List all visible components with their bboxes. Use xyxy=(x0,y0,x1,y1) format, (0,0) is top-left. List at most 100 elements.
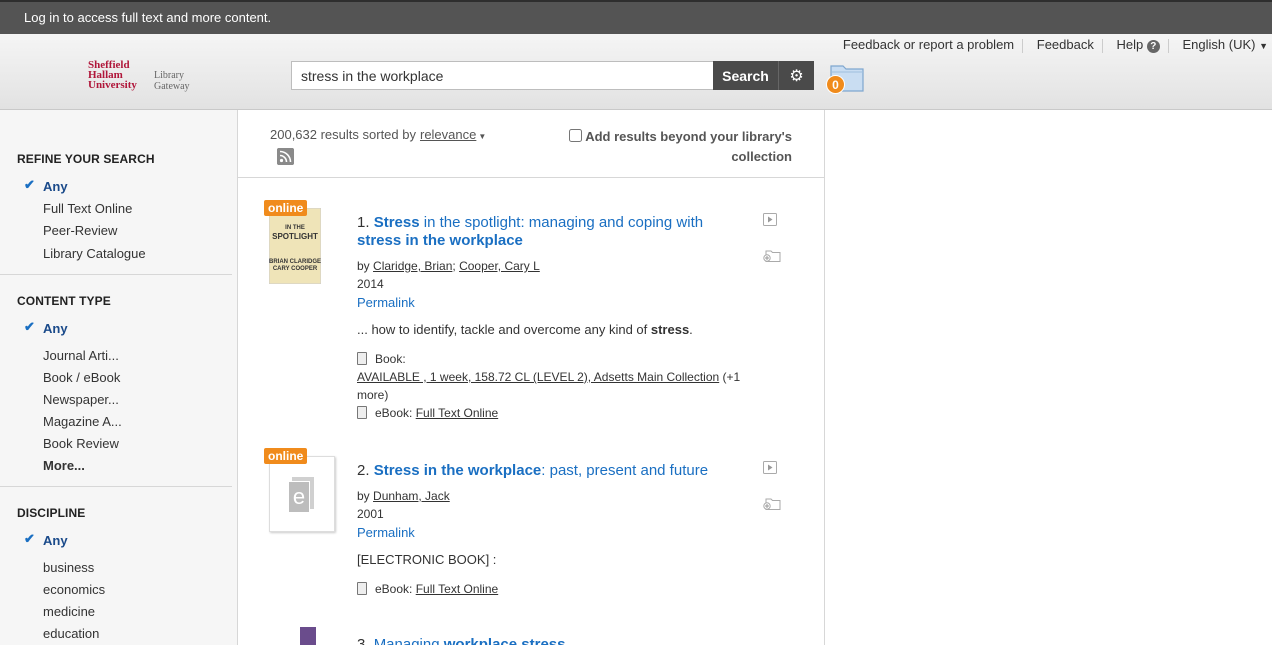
preview-icon[interactable] xyxy=(763,213,777,226)
gear-icon[interactable]: ⚙ xyxy=(778,61,814,90)
feedback-problem-link[interactable]: Feedback or report a problem xyxy=(843,37,1014,52)
header-links: Feedback or report a problem Feedback He… xyxy=(833,37,1268,53)
ebook-icon: e xyxy=(288,481,310,513)
beyond-collection-checkbox[interactable]: Add results beyond your library's collec… xyxy=(562,127,792,167)
facet-item-library-catalogue[interactable]: Library Catalogue xyxy=(43,246,146,261)
facet-item-book-review[interactable]: Book Review xyxy=(43,436,119,451)
chevron-down-icon[interactable]: ▼ xyxy=(478,132,486,141)
online-badge: online xyxy=(264,448,308,464)
by-label: by xyxy=(357,489,370,503)
result-authors: by Dunham, Jack xyxy=(357,489,450,503)
result-authors: by Claridge, Brian; Cooper, Cary L xyxy=(357,259,540,273)
beyond-label: Add results beyond your library's collec… xyxy=(585,129,792,164)
format-label: eBook: xyxy=(375,406,413,420)
facet-item-economics[interactable]: economics xyxy=(43,582,105,597)
check-icon: ✔ xyxy=(24,319,35,334)
title-text: in the spotlight: managing and coping wi… xyxy=(419,214,704,231)
divider xyxy=(1022,38,1024,53)
facet-item-peer-review[interactable]: Peer-Review xyxy=(43,223,117,238)
facet-item-medicine[interactable]: medicine xyxy=(43,604,95,619)
facet-item-any[interactable]: Any xyxy=(43,533,68,548)
rss-icon[interactable] xyxy=(277,148,294,165)
ebook-holding: eBook: Full Text Online xyxy=(357,404,747,422)
folder-count-badge: 0 xyxy=(826,75,845,94)
facet-item-newspaper[interactable]: Newspaper... xyxy=(43,392,119,407)
facet-heading: DISCIPLINE xyxy=(17,506,86,520)
result-number: 2. xyxy=(357,462,370,479)
language-select[interactable]: English (UK) ▼ xyxy=(1182,37,1268,52)
help-link[interactable]: Help ? xyxy=(1116,37,1160,53)
result-number: 1. xyxy=(357,214,370,231)
results-header: 200,632 results sorted by relevance ▼ Add … xyxy=(238,110,824,178)
result-snippet: ... how to identify, tackle and overcome… xyxy=(357,322,693,337)
divider xyxy=(1167,38,1169,53)
header: Sheffield Hallam University Library Gate… xyxy=(0,34,1272,110)
facet-heading: REFINE YOUR SEARCH xyxy=(17,152,155,166)
cover-line: IN THE xyxy=(285,225,305,231)
permalink-link[interactable]: Permalink xyxy=(357,295,415,310)
chevron-down-icon: ▼ xyxy=(1259,41,1268,51)
full-text-link[interactable]: Full Text Online xyxy=(416,582,498,596)
results-count-text: 200,632 results sorted by xyxy=(270,127,416,142)
author-link[interactable]: Claridge, Brian xyxy=(373,259,452,273)
facet-item-book[interactable]: Book / eBook xyxy=(43,370,120,385)
facet-more-link[interactable]: More... xyxy=(43,458,85,473)
divider xyxy=(0,274,232,275)
logo-library-text: Library Gateway xyxy=(154,70,190,92)
online-badge: online xyxy=(264,200,308,216)
book-cover-image[interactable] xyxy=(300,627,316,645)
logo-university-text: Sheffield Hallam University xyxy=(88,59,137,91)
check-icon: ✔ xyxy=(24,177,35,192)
facet-heading: CONTENT TYPE xyxy=(17,294,111,308)
help-icon: ? xyxy=(1146,40,1160,53)
ebook-format-icon xyxy=(357,582,367,595)
ebook-holding: eBook: Full Text Online xyxy=(357,580,747,598)
result-snippet: [ELECTRONIC BOOK] : xyxy=(357,552,497,567)
book-holding: Book: AVAILABLE , 1 week, 158.72 CL (LEV… xyxy=(357,350,747,404)
author-link[interactable]: Cooper, Cary L xyxy=(459,259,540,273)
snippet-text: ... how to identify, tackle and overcome… xyxy=(357,322,651,337)
results-panel: 200,632 results sorted by relevance ▼ Add … xyxy=(238,110,825,645)
result-title-link[interactable]: 3. Managing workplace stress xyxy=(357,636,737,645)
divider xyxy=(1101,38,1103,53)
facet-item-education[interactable]: education xyxy=(43,626,99,641)
facet-item-full-text[interactable]: Full Text Online xyxy=(43,201,132,216)
permalink-link[interactable]: Permalink xyxy=(357,525,415,540)
language-label: English (UK) xyxy=(1182,37,1256,52)
format-label: eBook: xyxy=(375,582,413,596)
add-to-folder-icon[interactable] xyxy=(763,248,781,263)
facet-item-any[interactable]: Any xyxy=(43,179,68,194)
full-text-link[interactable]: Full Text Online xyxy=(416,406,498,420)
add-to-folder-icon[interactable] xyxy=(763,496,781,511)
snippet-text: . xyxy=(689,322,693,337)
sort-select[interactable]: relevance xyxy=(420,127,476,142)
cover-line: CARY COOPER xyxy=(272,266,318,272)
divider xyxy=(0,486,232,487)
title-highlight: stress in the workplace xyxy=(357,232,523,249)
search-button[interactable]: Search xyxy=(713,61,778,90)
ebook-format-icon xyxy=(357,406,367,419)
facet-item-any[interactable]: Any xyxy=(43,321,68,336)
preview-icon[interactable] xyxy=(763,461,777,474)
facet-item-journal[interactable]: Journal Arti... xyxy=(43,348,119,363)
cover-line: BRIAN CLARIDGE xyxy=(269,259,321,265)
facet-item-business[interactable]: business xyxy=(43,560,94,575)
result-title-link[interactable]: 1. Stress in the spotlight: managing and… xyxy=(357,214,737,250)
search-input[interactable] xyxy=(291,61,714,90)
result-year: 2014 xyxy=(357,277,384,291)
login-banner-text[interactable]: Log in to access full text and more cont… xyxy=(24,2,271,34)
login-banner: Log in to access full text and more cont… xyxy=(0,0,1272,34)
feedback-link[interactable]: Feedback xyxy=(1037,37,1094,52)
title-text: : past, present and future xyxy=(541,462,709,479)
ebook-cover-image[interactable]: e xyxy=(269,456,335,532)
result-year: 2001 xyxy=(357,507,384,521)
check-icon: ✔ xyxy=(24,531,35,546)
result-title-link[interactable]: 2. Stress in the workplace: past, presen… xyxy=(357,462,737,480)
availability-link[interactable]: AVAILABLE , 1 week, 158.72 CL (LEVEL 2),… xyxy=(357,370,719,384)
by-label: by xyxy=(357,259,370,273)
facet-item-magazine[interactable]: Magazine A... xyxy=(43,414,122,429)
title-highlight: Stress xyxy=(373,214,420,231)
beyond-checkbox-input[interactable] xyxy=(569,129,583,142)
cover-text: IN THE SPOTLIGHT BRIAN CLARIDGE CARY COO… xyxy=(269,225,321,273)
author-link[interactable]: Dunham, Jack xyxy=(373,489,450,503)
